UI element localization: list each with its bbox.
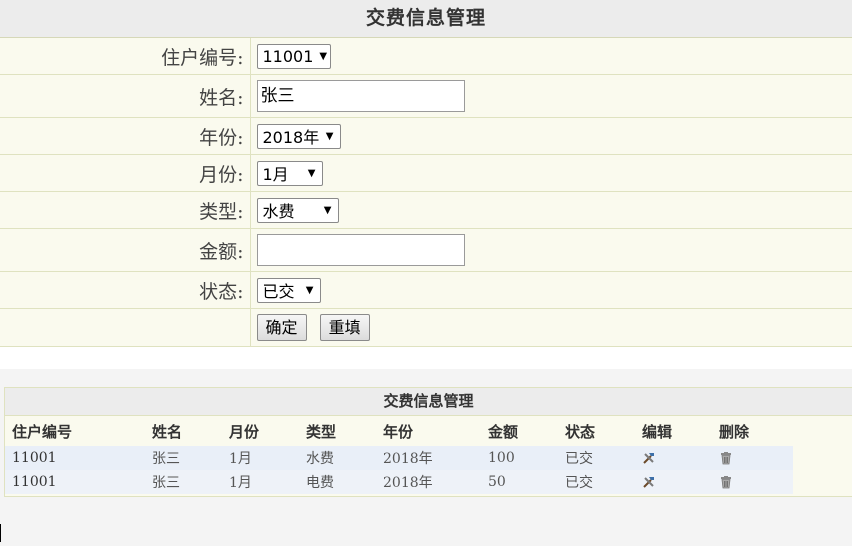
- status-label: 状态:: [0, 271, 251, 309]
- row-resident-no: 住户编号: 11001 ▼: [0, 38, 852, 75]
- column-header: 编辑: [642, 422, 673, 441]
- amount-input[interactable]: [256, 234, 465, 266]
- text-cursor: [0, 524, 1, 542]
- dropdown-arrow-icon: ▼: [305, 284, 314, 296]
- month-select[interactable]: 1月 ▼: [256, 160, 323, 186]
- amount-label: 金额:: [0, 228, 251, 272]
- confirm-button[interactable]: 确定: [256, 314, 307, 341]
- row-buttons: 确定 重填: [0, 308, 852, 347]
- cell-type: 水费: [299, 446, 376, 470]
- column-header: 类型: [306, 422, 337, 441]
- payment-list-table: 住户编号 姓名 月份 类型 年份 金额 状态 编辑 删除 11001 张三 1月…: [5, 416, 793, 494]
- resident-no-select[interactable]: 11001 ▼: [256, 43, 331, 69]
- year-select[interactable]: 2018年 ▼: [256, 123, 341, 149]
- dropdown-arrow-icon: ▼: [319, 50, 328, 62]
- column-header: 姓名: [152, 422, 183, 441]
- cell-resident-no: 11001: [5, 446, 145, 470]
- table-row: 11001 张三 1月 电费 2018年 50 已交: [5, 470, 793, 494]
- name-input[interactable]: 张三: [256, 80, 465, 112]
- status-select[interactable]: 已交 ▼: [256, 277, 321, 303]
- edit-tools-icon[interactable]: [642, 451, 656, 465]
- year-value: 2018年: [262, 128, 320, 147]
- table-header-row: 住户编号 姓名 月份 类型 年份 金额 状态 编辑 删除: [5, 416, 793, 446]
- cell-type: 电费: [299, 470, 376, 494]
- name-label: 姓名:: [0, 74, 251, 118]
- resident-no-value: 11001: [262, 46, 314, 66]
- type-label: 类型:: [0, 191, 251, 229]
- payment-form: 住户编号: 11001 ▼ 姓名: 张三 年份: 2018年 ▼ 月份: 1月 …: [0, 38, 852, 347]
- month-label: 月份:: [0, 154, 251, 192]
- payment-form-panel: 交费信息管理 住户编号: 11001 ▼ 姓名: 张三 年份: 2018年 ▼: [0, 0, 852, 369]
- row-status: 状态: 已交 ▼: [0, 271, 852, 309]
- edit-tools-icon[interactable]: [642, 475, 656, 489]
- dropdown-arrow-icon: ▼: [307, 167, 316, 179]
- column-header: 状态: [565, 422, 596, 441]
- row-month: 月份: 1月 ▼: [0, 154, 852, 192]
- cell-status: 已交: [558, 470, 635, 494]
- payment-list-panel: 交费信息管理 住户编号 姓名 月份 类型 年份 金额 状态 编辑 删除 1100…: [4, 387, 852, 497]
- cell-month: 1月: [222, 446, 299, 470]
- dropdown-arrow-icon: ▼: [325, 130, 334, 142]
- row-name: 姓名: 张三: [0, 74, 852, 118]
- column-header: 月份: [229, 422, 260, 441]
- cell-amount: 50: [481, 470, 558, 494]
- cell-year: 2018年: [376, 446, 481, 470]
- trash-icon[interactable]: [719, 475, 733, 489]
- month-value: 1月: [262, 165, 289, 184]
- row-type: 类型: 水费 ▼: [0, 191, 852, 229]
- dropdown-arrow-icon: ▼: [323, 204, 332, 216]
- cell-resident-no: 11001: [5, 470, 145, 494]
- cell-status: 已交: [558, 446, 635, 470]
- column-header: 住户编号: [12, 422, 73, 441]
- year-label: 年份:: [0, 117, 251, 155]
- row-year: 年份: 2018年 ▼: [0, 117, 852, 155]
- cell-name: 张三: [145, 446, 222, 470]
- resident-no-label: 住户编号:: [0, 38, 251, 75]
- cell-name: 张三: [145, 470, 222, 494]
- reset-button[interactable]: 重填: [319, 314, 370, 341]
- cell-amount: 100: [481, 446, 558, 470]
- column-header: 删除: [719, 422, 750, 441]
- type-value: 水费: [262, 202, 295, 221]
- type-select[interactable]: 水费 ▼: [256, 197, 339, 223]
- form-title: 交费信息管理: [0, 0, 852, 38]
- status-value: 已交: [262, 282, 295, 301]
- cell-month: 1月: [222, 470, 299, 494]
- row-amount: 金额:: [0, 228, 852, 272]
- column-header: 金额: [488, 422, 519, 441]
- table-row: 11001 张三 1月 水费 2018年 100 已交: [5, 446, 793, 470]
- column-header: 年份: [383, 422, 414, 441]
- trash-icon[interactable]: [719, 451, 733, 465]
- list-title: 交费信息管理: [5, 388, 852, 416]
- cell-year: 2018年: [376, 470, 481, 494]
